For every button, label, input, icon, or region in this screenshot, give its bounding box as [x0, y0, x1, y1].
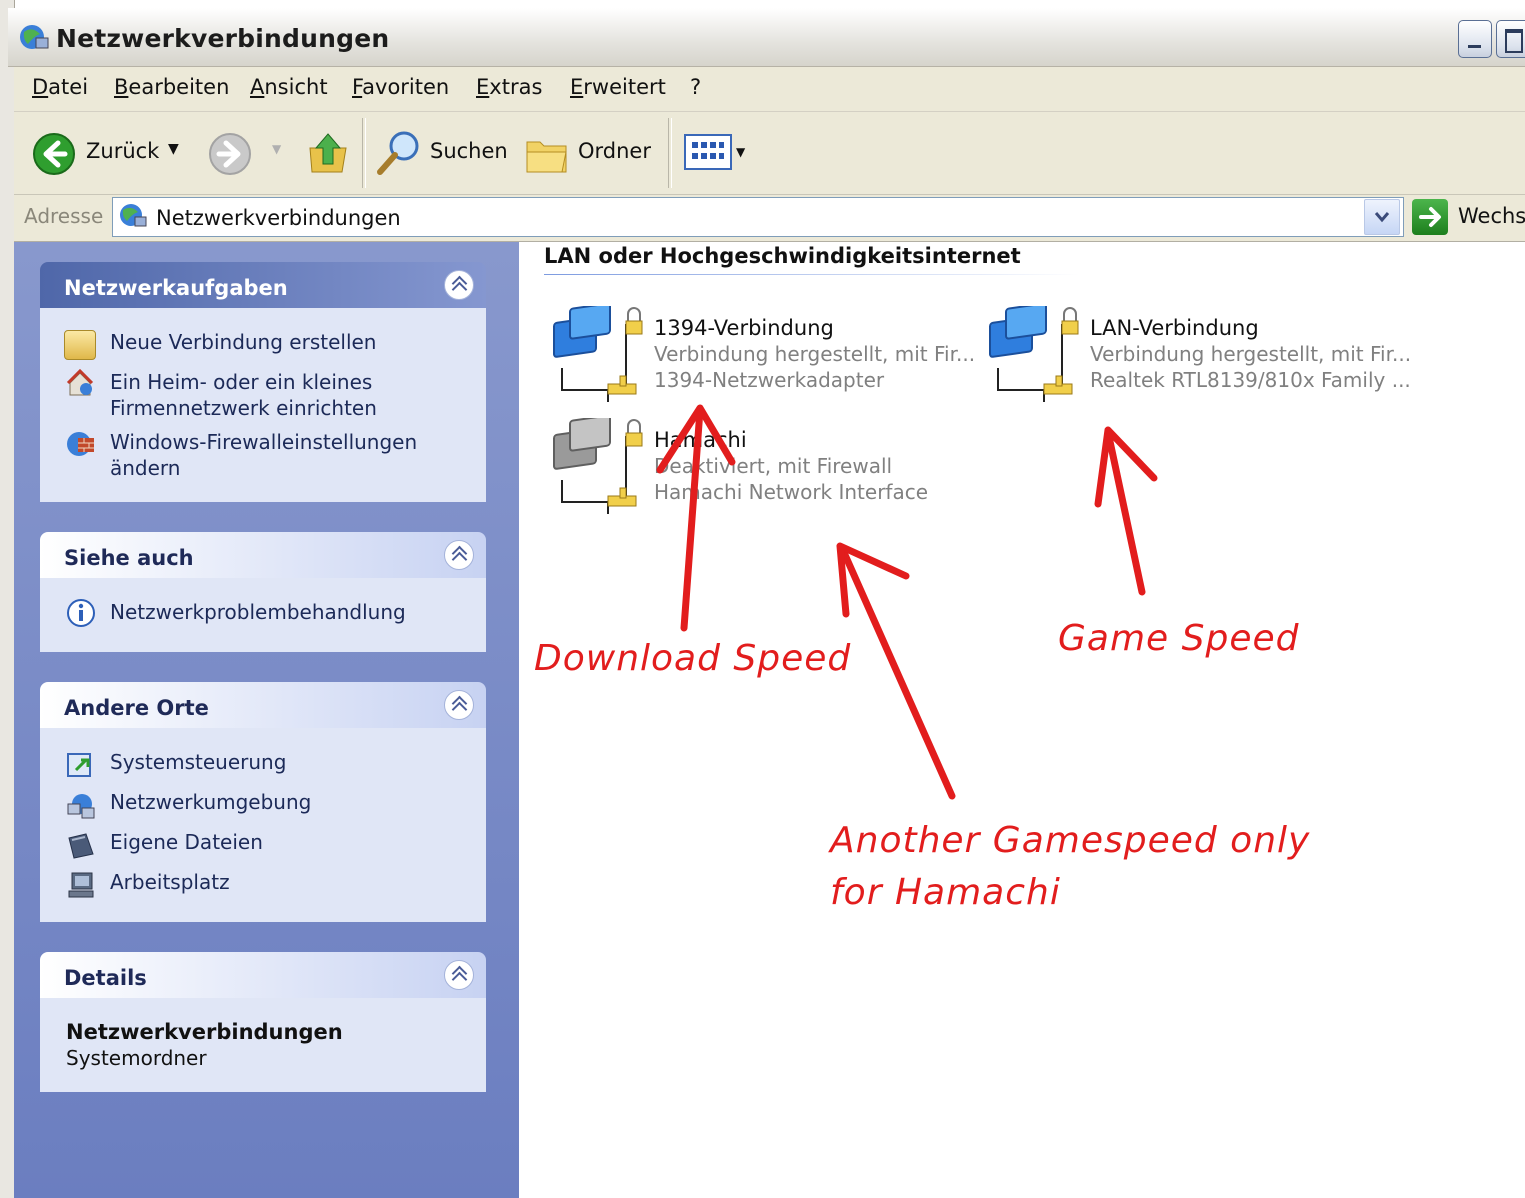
annotation-download-speed: Download Speed [534, 638, 852, 679]
annotation-hamachi-line1: Another Gamespeed only [830, 820, 1311, 861]
annotation-arrows [656, 404, 1158, 800]
annotation-hamachi-line2: for Hamachi [830, 872, 1061, 913]
annotation-game-speed: Game Speed [1058, 618, 1300, 659]
